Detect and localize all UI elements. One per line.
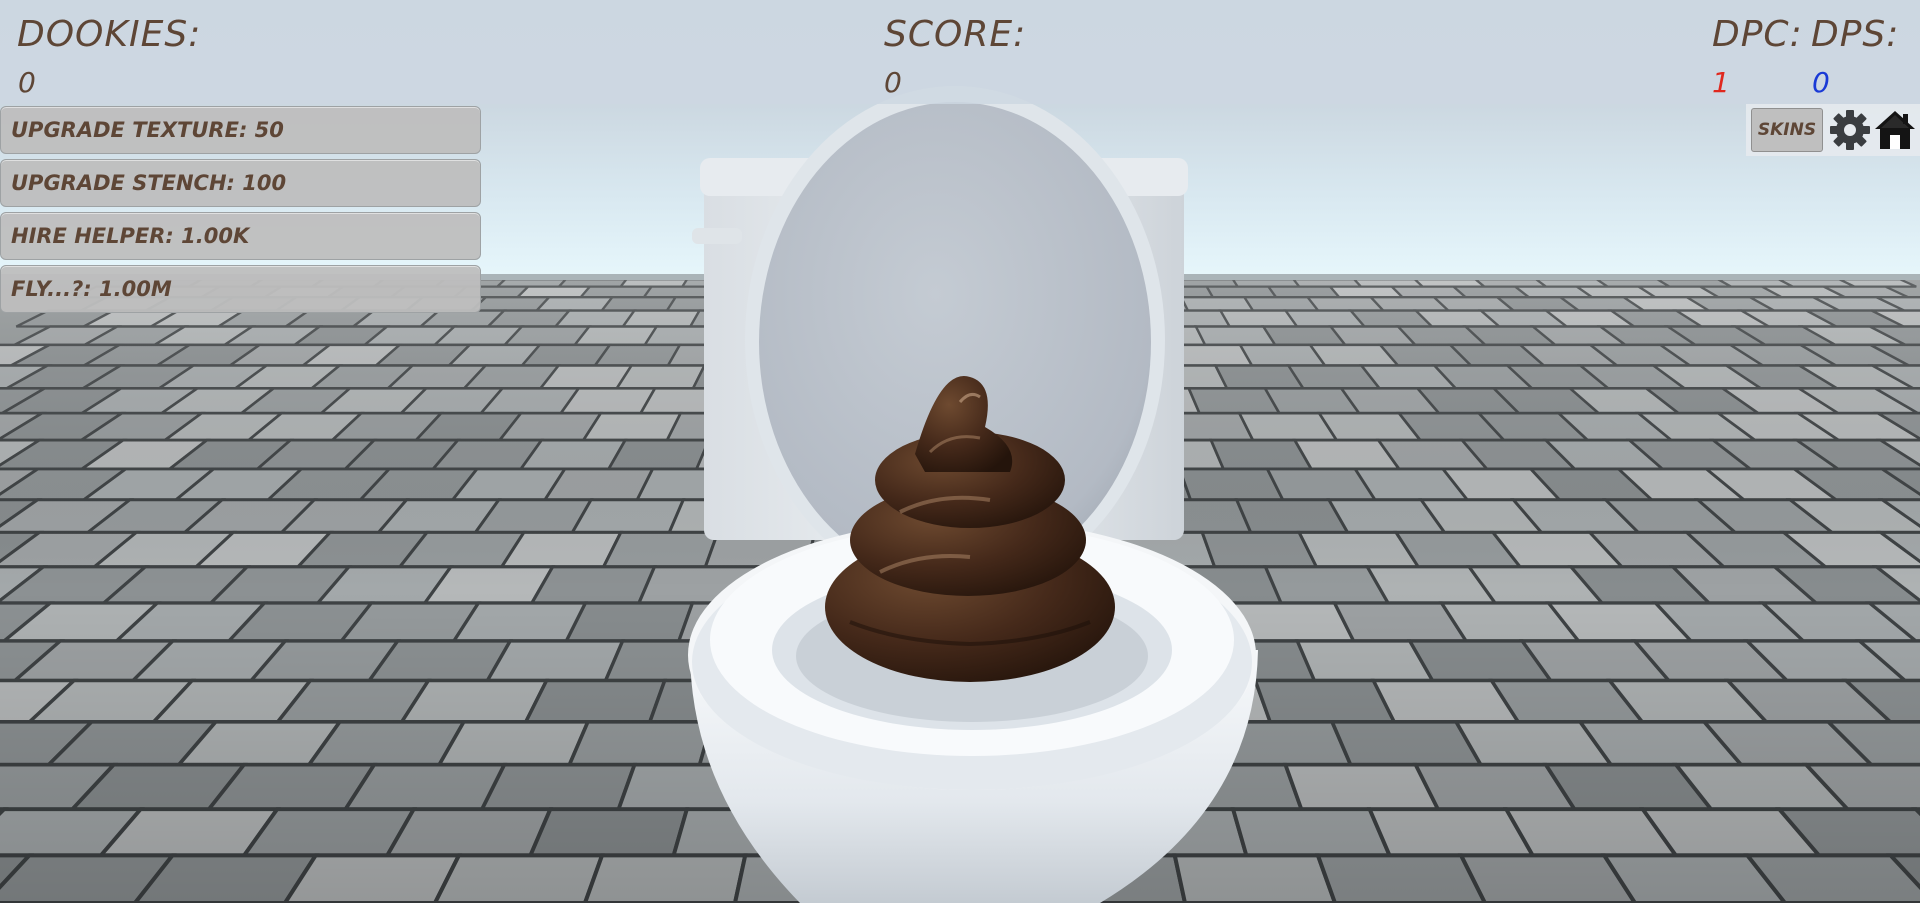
home-button[interactable] (1873, 106, 1917, 150)
dps-label: DPS: (1811, 14, 1900, 55)
skins-button[interactable]: SKINS (1751, 108, 1823, 152)
gear-icon (1830, 110, 1870, 150)
score-value: 0 (884, 66, 902, 99)
dookies-label: DOOKIES: (17, 14, 202, 55)
dookies-value: 0 (18, 66, 36, 99)
hire-helper-button[interactable]: HIRE HELPER: 1.00K (0, 212, 481, 260)
dpc-value: 1 (1712, 66, 1730, 99)
upgrade-list: UPGRADE TEXTURE: 50 UPGRADE STENCH: 100 … (0, 106, 482, 318)
poop-clicker[interactable] (820, 372, 1120, 688)
score-label: SCORE: (884, 14, 1027, 55)
upgrade-stench-button[interactable]: UPGRADE STENCH: 100 (0, 159, 481, 207)
home-icon (1875, 111, 1915, 149)
settings-button[interactable] (1828, 108, 1872, 152)
upgrade-texture-button[interactable]: UPGRADE TEXTURE: 50 (0, 106, 481, 154)
fly-button[interactable]: FLY...?: 1.00M (0, 265, 481, 313)
dps-value: 0 (1812, 66, 1830, 99)
dpc-label: DPC: (1712, 14, 1803, 55)
flush-handle (692, 228, 742, 244)
